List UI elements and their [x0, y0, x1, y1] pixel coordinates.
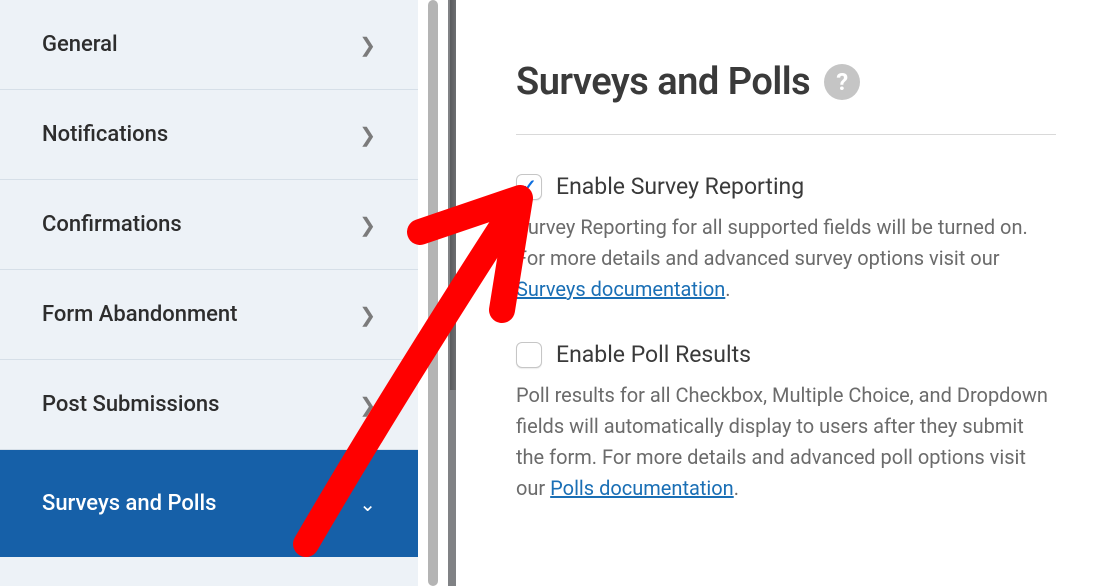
chevron-right-icon: ❯ — [359, 213, 376, 237]
sidebar-item-form-abandonment[interactable]: Form Abandonment ❯ — [0, 270, 418, 360]
sidebar-item-confirmations[interactable]: Confirmations ❯ — [0, 180, 418, 270]
polls-documentation-link[interactable]: Polls documentation — [550, 476, 734, 500]
option-enable-poll-results: Enable Poll Results Poll results for all… — [516, 341, 1056, 504]
sidebar-item-surveys-and-polls[interactable]: Surveys and Polls ⌄ — [0, 450, 418, 557]
option-enable-survey-reporting: Enable Survey Reporting Survey Reporting… — [516, 173, 1056, 305]
chevron-right-icon: ❯ — [359, 393, 376, 417]
panel-background: Surveys and Polls ? Enable Survey Report… — [448, 0, 1116, 586]
divider — [516, 134, 1056, 135]
surveys-documentation-link[interactable]: Surveys documentation — [516, 277, 725, 301]
panel-title: Surveys and Polls — [516, 60, 810, 104]
sidebar-item-general[interactable]: General ❯ — [0, 0, 418, 90]
sidebar-item-label: Confirmations — [42, 212, 182, 237]
chevron-right-icon: ❯ — [359, 33, 376, 57]
sidebar-item-label: General — [42, 32, 118, 57]
panel-divider — [418, 0, 448, 586]
sidebar-item-label: Surveys and Polls — [42, 491, 216, 516]
chevron-right-icon: ❯ — [359, 123, 376, 147]
option-label: Enable Survey Reporting — [556, 173, 804, 200]
sidebar-item-label: Form Abandonment — [42, 302, 238, 327]
checkbox-enable-survey-reporting[interactable] — [516, 174, 542, 200]
help-icon[interactable]: ? — [824, 64, 860, 100]
sidebar-item-notifications[interactable]: Notifications ❯ — [0, 90, 418, 180]
chevron-right-icon: ❯ — [359, 303, 376, 327]
checkbox-enable-poll-results[interactable] — [516, 342, 542, 368]
option-label: Enable Poll Results — [556, 341, 751, 368]
option-description: Poll results for all Checkbox, Multiple … — [516, 380, 1056, 504]
settings-panel: Surveys and Polls ? Enable Survey Report… — [456, 0, 1116, 586]
sidebar-item-label: Notifications — [42, 122, 168, 147]
option-description: Survey Reporting for all supported field… — [516, 212, 1056, 305]
sidebar-item-post-submissions[interactable]: Post Submissions ❯ — [0, 360, 418, 450]
sidebar-item-label: Post Submissions — [42, 392, 220, 417]
chevron-down-icon: ⌄ — [359, 492, 376, 516]
settings-sidebar: General ❯ Notifications ❯ Confirmations … — [0, 0, 418, 586]
